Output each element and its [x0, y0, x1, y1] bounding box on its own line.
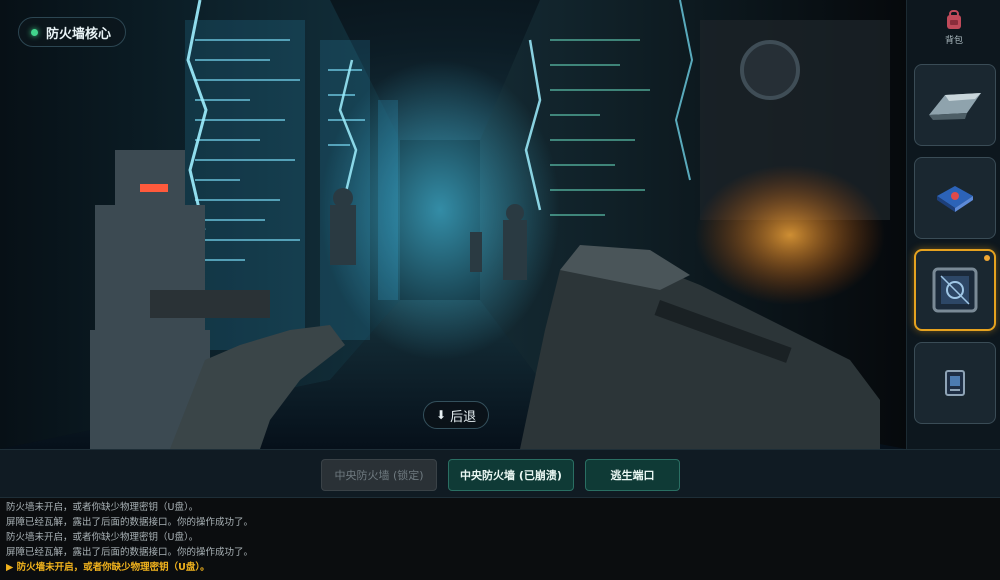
new-item-badge [984, 255, 990, 261]
keycard-icon [945, 370, 965, 396]
back-button[interactable]: ⬇ 后退 [423, 401, 490, 429]
log-line: 屏障已经瓦解，露出了后面的数据接口。你的操作成功了。 [6, 547, 254, 558]
log-line: 屏障已经瓦解，露出了后面的数据接口。你的操作成功了。 [6, 517, 254, 528]
arrow-down-icon: ⬇ [436, 408, 447, 422]
firewall-module-icon [932, 267, 978, 313]
log-latest-line: ▶ 防火墙未开启，或者你缺少物理密钥（U盘）。 [6, 562, 210, 573]
escape-port-button[interactable]: 逃生端口 [585, 459, 680, 491]
inventory-slot-2[interactable] [914, 157, 996, 239]
scene-viewport: 防火墙核心 ⬇ 后退 [0, 0, 906, 449]
action-label-1: 中央防火墙 (锁定) [334, 469, 424, 482]
inventory-slot-4[interactable] [914, 342, 996, 424]
location-badge: 防火墙核心 [18, 17, 127, 47]
chip-card-icon [937, 186, 973, 212]
action-label-3: 逃生端口 [610, 469, 655, 482]
data-shard-icon [929, 93, 981, 120]
backpack-label: 背包 [944, 36, 963, 46]
backpack-icon [947, 10, 961, 29]
action-label-2: 中央防火墙 (已崩溃) [460, 469, 562, 482]
central-firewall-crashed-button[interactable]: 中央防火墙 (已崩溃) [448, 459, 574, 491]
action-bar: 中央防火墙 (锁定) 中央防火墙 (已崩溃) 逃生端口 [0, 449, 1000, 498]
log-line: 防火墙未开启，或者你缺少物理密钥（U盘）。 [6, 532, 199, 543]
inventory-sidebar: 背包 [906, 0, 1000, 449]
backpack-button[interactable]: 背包 [907, 10, 1000, 52]
central-firewall-locked-button[interactable]: 中央防火墙 (锁定) [321, 459, 437, 491]
message-log: 防火墙未开启，或者你缺少物理密钥（U盘）。 屏障已经瓦解，露出了后面的数据接口。… [0, 498, 1000, 580]
log-line: 防火墙未开启，或者你缺少物理密钥（U盘）。 [6, 502, 199, 513]
corridor-artwork [0, 0, 906, 449]
location-title: 防火墙核心 [46, 26, 112, 42]
inventory-slot-1[interactable] [914, 64, 996, 146]
back-button-label: 后退 [450, 409, 477, 425]
inventory-slot-3[interactable] [914, 249, 996, 331]
status-dot [31, 28, 38, 36]
